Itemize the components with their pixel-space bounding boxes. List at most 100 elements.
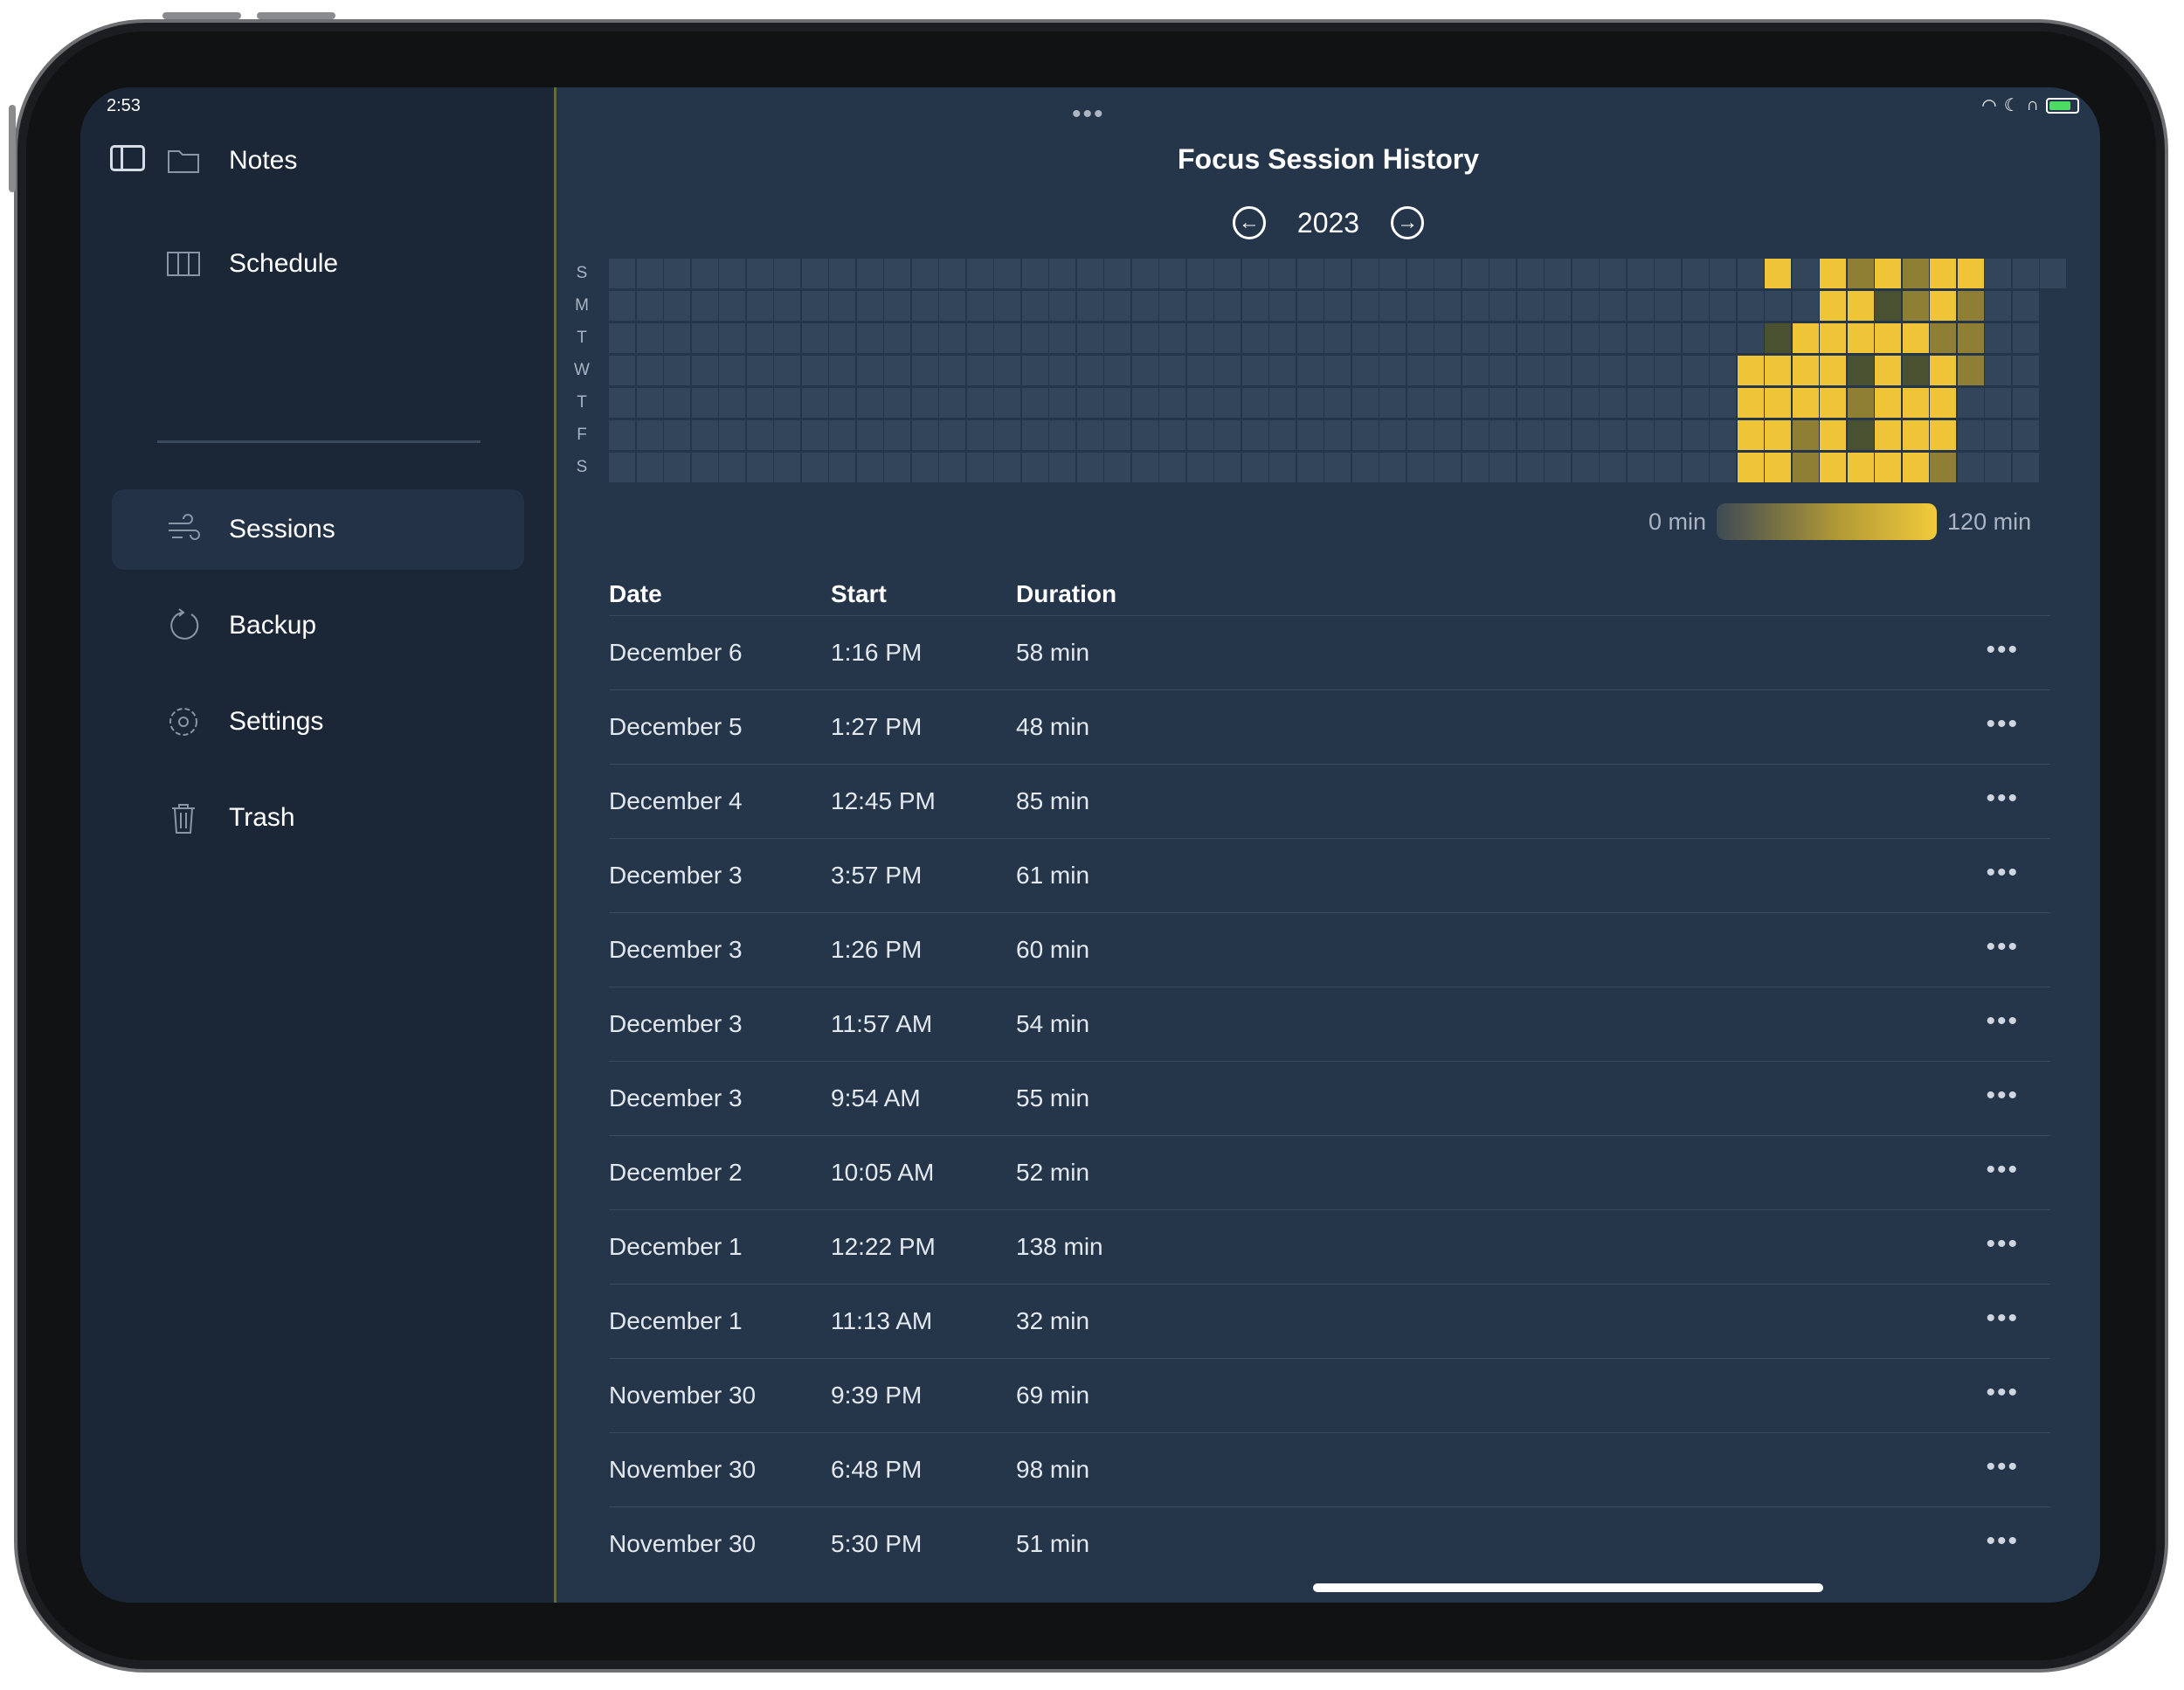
heatmap-day-cell[interactable] <box>1682 388 1709 418</box>
heatmap-day-cell[interactable] <box>884 259 910 288</box>
heatmap-day-cell[interactable] <box>774 323 800 353</box>
heatmap-day-cell[interactable] <box>1930 291 1956 321</box>
heatmap-day-cell[interactable] <box>1021 323 1048 353</box>
heatmap-day-cell[interactable] <box>719 291 745 321</box>
heatmap-day-cell[interactable] <box>746 420 773 450</box>
heatmap-day-cell[interactable] <box>636 453 663 482</box>
heatmap-day-cell[interactable] <box>966 388 993 418</box>
heatmap-day-cell[interactable] <box>1241 420 1268 450</box>
heatmap-day-cell[interactable] <box>1104 356 1130 385</box>
heatmap-day-cell[interactable] <box>856 388 883 418</box>
heatmap-day-cell[interactable] <box>609 388 635 418</box>
heatmap-day-cell[interactable] <box>1572 323 1599 353</box>
heatmap-day-cell[interactable] <box>1296 291 1324 321</box>
heatmap-day-cell[interactable] <box>1269 291 1296 321</box>
heatmap-day-cell[interactable] <box>609 291 635 321</box>
table-row[interactable]: December 3 1:26 PM 60 min ••• <box>609 913 2050 987</box>
heatmap-day-cell[interactable] <box>1792 356 1819 385</box>
heatmap-day-cell[interactable] <box>1600 259 1626 288</box>
heatmap-day-cell[interactable] <box>801 388 828 418</box>
heatmap-day-cell[interactable] <box>1076 259 1103 288</box>
heatmap-day-cell[interactable] <box>1076 388 1103 418</box>
heatmap-day-cell[interactable] <box>1351 388 1379 418</box>
heatmap-day-cell[interactable] <box>829 356 855 385</box>
heatmap-day-cell[interactable] <box>1021 291 1048 321</box>
heatmap-day-cell[interactable] <box>1682 356 1709 385</box>
heatmap-day-cell[interactable] <box>1545 388 1571 418</box>
column-header-date[interactable]: Date <box>609 580 831 608</box>
heatmap-day-cell[interactable] <box>1655 291 1681 321</box>
heatmap-day-cell[interactable] <box>1296 356 1324 385</box>
heatmap-day-cell[interactable] <box>829 388 855 418</box>
heatmap-day-cell[interactable] <box>1765 291 1791 321</box>
more-options-icon[interactable]: ••• <box>1986 858 2019 888</box>
heatmap-day-cell[interactable] <box>1021 356 1048 385</box>
heatmap-day-cell[interactable] <box>1241 356 1268 385</box>
heatmap-day-cell[interactable] <box>994 323 1020 353</box>
heatmap-day-cell[interactable] <box>1902 291 1929 321</box>
heatmap-day-cell[interactable] <box>884 356 910 385</box>
more-options-icon[interactable]: ••• <box>1986 1378 2019 1408</box>
heatmap-day-cell[interactable] <box>2012 420 2039 450</box>
heatmap-day-cell[interactable] <box>1269 388 1296 418</box>
heatmap-day-cell[interactable] <box>1655 323 1681 353</box>
heatmap-day-cell[interactable] <box>1930 453 1956 482</box>
heatmap-day-cell[interactable] <box>911 356 938 385</box>
heatmap-day-cell[interactable] <box>1379 291 1406 321</box>
heatmap-day-cell[interactable] <box>1902 420 1929 450</box>
heatmap-day-cell[interactable] <box>1792 453 1819 482</box>
more-options-icon[interactable]: ••• <box>1986 784 2019 814</box>
more-options-icon[interactable]: ••• <box>1986 1527 2019 1556</box>
heatmap-day-cell[interactable] <box>1985 259 2011 288</box>
heatmap-day-cell[interactable] <box>2012 388 2039 418</box>
heatmap-day-cell[interactable] <box>1351 420 1379 450</box>
sidebar-item-backup[interactable]: Backup <box>112 585 524 666</box>
heatmap-day-cell[interactable] <box>1131 420 1158 450</box>
heatmap-day-cell[interactable] <box>1655 453 1681 482</box>
heatmap-day-cell[interactable] <box>1847 420 1874 450</box>
heatmap-day-cell[interactable] <box>1131 388 1158 418</box>
heatmap-day-cell[interactable] <box>994 259 1020 288</box>
heatmap-day-cell[interactable] <box>1489 291 1516 321</box>
heatmap-day-cell[interactable] <box>966 323 993 353</box>
heatmap-day-cell[interactable] <box>719 420 745 450</box>
heatmap-day-cell[interactable] <box>1517 259 1544 288</box>
heatmap-day-cell[interactable] <box>1545 420 1571 450</box>
heatmap-day-cell[interactable] <box>1269 259 1296 288</box>
heatmap-day-cell[interactable] <box>939 291 965 321</box>
heatmap-day-cell[interactable] <box>664 420 690 450</box>
heatmap-day-cell[interactable] <box>1186 323 1213 353</box>
heatmap-day-cell[interactable] <box>994 356 1020 385</box>
heatmap-day-cell[interactable] <box>691 323 718 353</box>
heatmap-day-cell[interactable] <box>1710 420 1736 450</box>
heatmap-day-cell[interactable] <box>1214 356 1241 385</box>
heatmap-day-cell[interactable] <box>1434 259 1461 288</box>
heatmap-day-cell[interactable] <box>1710 291 1736 321</box>
heatmap-day-cell[interactable] <box>1379 453 1406 482</box>
heatmap-day-cell[interactable] <box>2012 356 2039 385</box>
heatmap-day-cell[interactable] <box>1131 453 1158 482</box>
heatmap-day-cell[interactable] <box>1351 259 1379 288</box>
heatmap-day-cell[interactable] <box>2040 259 2066 288</box>
heatmap-day-cell[interactable] <box>1104 323 1130 353</box>
heatmap-day-cell[interactable] <box>1985 356 2011 385</box>
heatmap-day-cell[interactable] <box>691 453 718 482</box>
heatmap-day-cell[interactable] <box>746 356 773 385</box>
heatmap-day-cell[interactable] <box>746 291 773 321</box>
sidebar-item-settings[interactable]: Settings <box>112 682 524 762</box>
heatmap-day-cell[interactable] <box>1875 356 1901 385</box>
heatmap-day-cell[interactable] <box>719 356 745 385</box>
heatmap-day-cell[interactable] <box>801 291 828 321</box>
heatmap-day-cell[interactable] <box>664 453 690 482</box>
heatmap-day-cell[interactable] <box>1765 388 1791 418</box>
heatmap-day-cell[interactable] <box>1241 388 1268 418</box>
heatmap-day-cell[interactable] <box>1379 323 1406 353</box>
heatmap-day-cell[interactable] <box>1655 259 1681 288</box>
heatmap-day-cell[interactable] <box>1076 453 1103 482</box>
heatmap-day-cell[interactable] <box>1324 356 1351 385</box>
heatmap-day-cell[interactable] <box>719 323 745 353</box>
more-options-icon[interactable]: ••• <box>1986 1081 2019 1111</box>
sidebar-item-trash[interactable]: Trash <box>112 778 524 858</box>
heatmap-day-cell[interactable] <box>939 356 965 385</box>
heatmap-day-cell[interactable] <box>1379 356 1406 385</box>
